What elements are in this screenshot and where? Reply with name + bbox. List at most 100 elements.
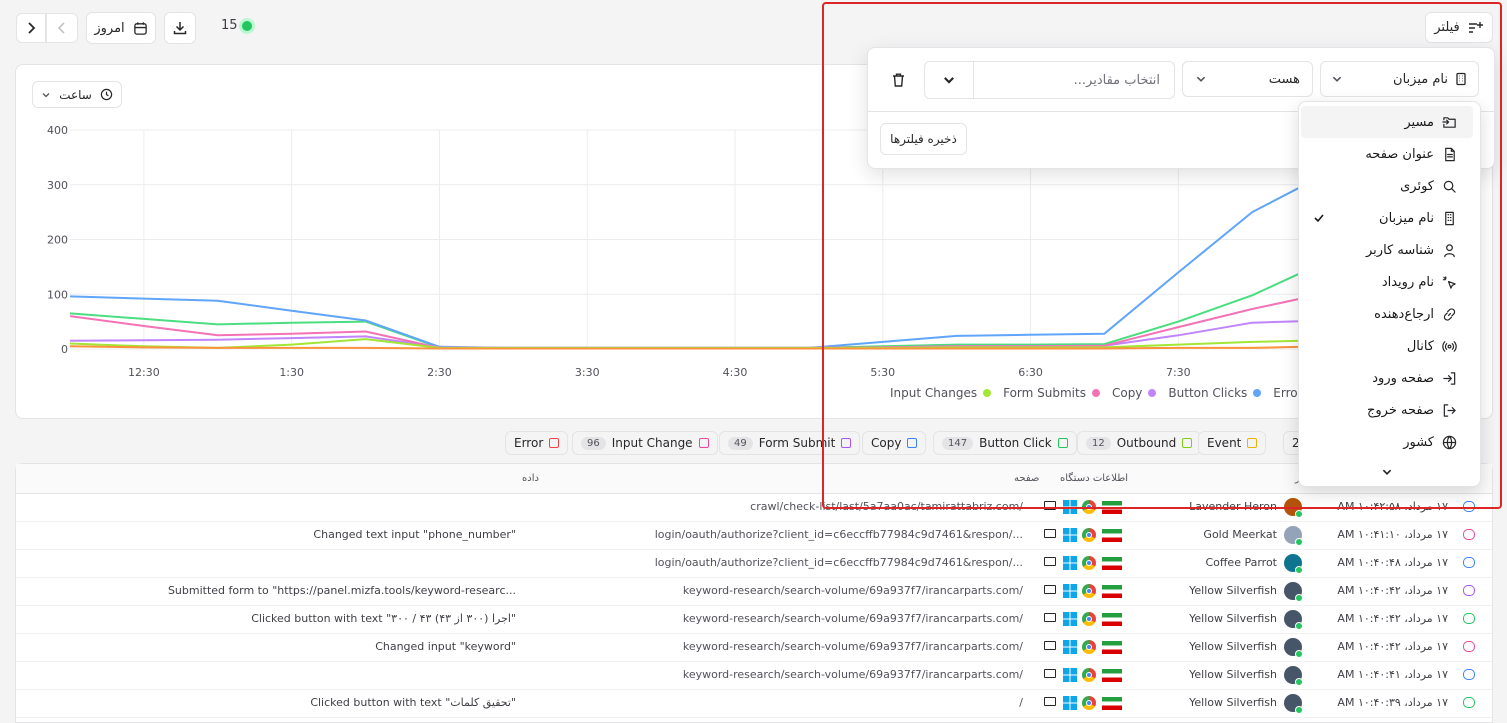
event-timestamp: ۱۷ مرداد، ۱۰:۴۰:۴۲ AM <box>1337 612 1448 625</box>
page-path[interactable]: keyword-research/search-volume/69a937f7/… <box>683 640 1023 653</box>
event-type-icon <box>1463 641 1475 652</box>
y-tick-label: 400 <box>47 124 68 137</box>
online-status-dot <box>1295 706 1303 714</box>
avatar <box>1284 638 1303 658</box>
event-type-icon <box>549 438 560 448</box>
chrome-icon-center <box>1086 672 1092 678</box>
event-data: Submitted form to "https://panel.mizfa.t… <box>167 584 516 597</box>
event-data: Changed input "keyword" <box>375 640 516 653</box>
country-flag-icon <box>1102 669 1122 682</box>
event-type-icon <box>1463 557 1475 568</box>
table-row[interactable]: ۱۷ مرداد، ۱۰:۴۰:۴۲ AM Yellow Silverfish ke… <box>16 605 1492 634</box>
country-flag-icon <box>1102 585 1122 598</box>
online-status-dot <box>1295 594 1303 602</box>
page-path[interactable]: / <box>1019 696 1023 709</box>
laptop-icon <box>1044 585 1056 594</box>
online-status-dot <box>1295 566 1303 574</box>
laptop-icon <box>1044 641 1056 650</box>
event-chip[interactable]: Error <box>505 431 569 455</box>
event-chip[interactable]: 96 Input Change <box>572 431 718 455</box>
chrome-icon <box>1082 556 1096 570</box>
chrome-icon-center <box>1086 532 1092 538</box>
user-name[interactable]: Yellow Silverfish <box>1189 584 1277 597</box>
windows-icon <box>1063 584 1077 598</box>
laptop-icon <box>1044 669 1056 678</box>
x-tick-label: 2:30 <box>427 366 452 379</box>
table-row[interactable]: ۱۷ مرداد، ۱۰:۴۰:۴۲ AM Yellow Silverfish ke… <box>16 633 1492 662</box>
event-timestamp: ۱۷ مرداد، ۱۰:۴۰:۳۹ AM <box>1337 696 1448 709</box>
laptop-icon <box>1044 529 1056 538</box>
table-row[interactable]: ۱۷ مرداد، ۱۰:۴۰:۳۹ AM Yellow Silverfish / C… <box>16 689 1492 718</box>
event-timestamp: ۱۷ مرداد، ۱۰:۴۰:۴۸ AM <box>1337 556 1448 569</box>
table-row[interactable]: ۱۷ مرداد، ۱۰:۴۱:۱۰ AM Gold Meerkat login/o… <box>16 521 1492 550</box>
event-type-icon <box>1463 585 1475 596</box>
avatar <box>1284 694 1303 714</box>
page-path[interactable]: keyword-research/search-volume/69a937f7/… <box>683 612 1023 625</box>
y-tick-label: 0 <box>61 343 68 356</box>
user-name[interactable]: Yellow Silverfish <box>1189 640 1277 653</box>
windows-icon <box>1063 556 1077 570</box>
country-flag-icon <box>1102 641 1122 654</box>
event-chip-count: 49 <box>728 436 753 450</box>
user-name[interactable]: Yellow Silverfish <box>1189 668 1277 681</box>
user-name[interactable]: Yellow Silverfish <box>1189 612 1277 625</box>
laptop-icon <box>1044 557 1056 566</box>
page-path[interactable]: login/oauth/authorize?client_id=c6eccffb… <box>655 528 1023 541</box>
x-tick-label: 3:30 <box>575 366 600 379</box>
user-name[interactable]: Yellow Silverfish <box>1189 696 1277 709</box>
highlight-box <box>822 2 1502 509</box>
online-status-dot <box>1295 510 1303 518</box>
avatar <box>1284 554 1303 574</box>
event-timestamp: ۱۷ مرداد، ۱۰:۴۰:۴۱ AM <box>1337 668 1448 681</box>
chrome-icon-center <box>1086 700 1092 706</box>
event-type-icon <box>1463 669 1475 680</box>
page-path[interactable]: keyword-research/search-volume/69a937f7/… <box>683 584 1023 597</box>
event-type-icon <box>698 438 709 448</box>
avatar <box>1284 582 1303 602</box>
chrome-icon <box>1082 528 1096 542</box>
chrome-icon <box>1082 640 1096 654</box>
chrome-icon <box>1082 696 1096 710</box>
header-data: داده <box>522 473 539 484</box>
x-tick-label: 1:30 <box>279 366 304 379</box>
event-data: Clicked button with text "اجرا (۳۰۰ از ۴… <box>251 612 516 625</box>
table-row[interactable]: ۱۷ مرداد، ۱۰:۴۰:۴۱ AM Yellow Silverfish ke… <box>16 661 1492 690</box>
page-path[interactable]: keyword-research/search-volume/69a937f7/… <box>683 668 1023 681</box>
x-tick-label: 4:30 <box>723 366 748 379</box>
chrome-icon <box>1082 584 1096 598</box>
chrome-icon-center <box>1086 588 1092 594</box>
event-timestamp: ۱۷ مرداد، ۱۰:۴۰:۴۲ AM <box>1337 640 1448 653</box>
y-tick-label: 300 <box>47 179 68 192</box>
user-name[interactable]: Coffee Parrot <box>1205 556 1277 569</box>
country-flag-icon <box>1102 613 1122 626</box>
chrome-icon-center <box>1086 616 1092 622</box>
online-status-dot <box>1295 650 1303 658</box>
windows-icon <box>1063 528 1077 542</box>
chrome-icon-center <box>1086 644 1092 650</box>
event-type-icon <box>1463 697 1475 708</box>
y-tick-label: 100 <box>47 288 68 301</box>
event-timestamp: ۱۷ مرداد، ۱۰:۴۰:۴۲ AM <box>1337 584 1448 597</box>
windows-icon <box>1063 612 1077 626</box>
event-chip-count: 96 <box>581 436 606 450</box>
windows-icon <box>1063 668 1077 682</box>
table-row[interactable]: ۱۷ مرداد، ۱۰:۴۰:۴۲ AM Yellow Silverfish ke… <box>16 577 1492 606</box>
online-status-dot <box>1295 622 1303 630</box>
table-row[interactable]: ۱۷ مرداد، ۱۰:۴۰:۴۸ AM Coffee Parrot login/… <box>16 549 1492 578</box>
user-name[interactable]: Gold Meerkat <box>1203 528 1277 541</box>
avatar <box>1284 666 1303 686</box>
y-tick-label: 200 <box>47 234 68 247</box>
chrome-icon-center <box>1086 560 1092 566</box>
avatar <box>1284 526 1303 546</box>
page-path[interactable]: login/oauth/authorize?client_id=c6eccffb… <box>655 556 1023 569</box>
avatar <box>1284 610 1303 630</box>
event-timestamp: ۱۷ مرداد، ۱۰:۴۱:۱۰ AM <box>1337 528 1448 541</box>
event-type-icon <box>1463 529 1475 540</box>
chrome-icon <box>1082 612 1096 626</box>
windows-icon <box>1063 640 1077 654</box>
x-tick-label: 12:30 <box>128 366 160 379</box>
event-chip-label: Input Change <box>611 436 693 450</box>
event-chip-label: Error <box>514 436 544 450</box>
event-data: Clicked button with text "تحقیق کلمات" <box>310 696 516 709</box>
country-flag-icon <box>1102 557 1122 570</box>
